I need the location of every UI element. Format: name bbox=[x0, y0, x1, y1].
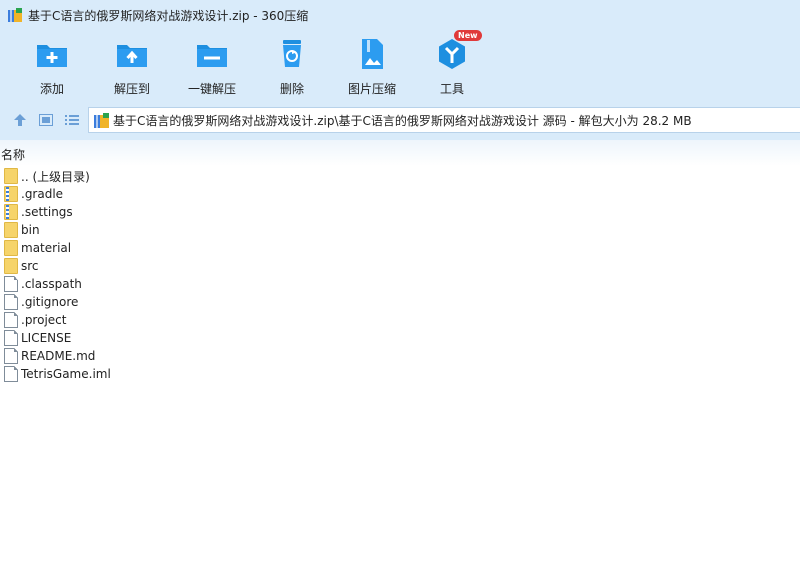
archive-icon bbox=[94, 112, 109, 128]
one-click-extract-label: 一键解压 bbox=[187, 82, 236, 96]
address-path: 基于C语言的俄罗斯网络对战游戏设计.zip\基于C语言的俄罗斯网络对战游戏设计 … bbox=[113, 113, 692, 128]
list-item[interactable]: bin bbox=[0, 221, 800, 239]
toolbar: 添加 解压到 一键解压 删除 图片压缩 工具 bbox=[0, 30, 800, 100]
address-field[interactable]: 基于C语言的俄罗斯网络对战游戏设计.zip\基于C语言的俄罗斯网络对战游戏设计 … bbox=[88, 107, 800, 133]
image-compress-icon bbox=[355, 37, 389, 71]
list-item[interactable]: .gradle bbox=[0, 185, 800, 203]
view-thumbnail-button[interactable] bbox=[37, 111, 55, 129]
file-icon bbox=[4, 312, 18, 328]
folder-icon bbox=[4, 258, 18, 274]
list-view-icon bbox=[65, 115, 79, 125]
file-icon bbox=[4, 330, 18, 346]
folder-icon bbox=[4, 222, 18, 238]
list-item[interactable]: .classpath bbox=[0, 275, 800, 293]
file-icon bbox=[4, 276, 18, 292]
file-icon bbox=[4, 348, 18, 364]
list-item[interactable]: .settings bbox=[0, 203, 800, 221]
image-compress-button[interactable]: 图片压缩 bbox=[332, 37, 412, 99]
add-button[interactable]: 添加 bbox=[12, 37, 92, 99]
list-item[interactable]: src bbox=[0, 257, 800, 275]
extract-to-button[interactable]: 解压到 bbox=[92, 37, 172, 99]
view-list-button[interactable] bbox=[63, 111, 81, 129]
extract-to-icon bbox=[115, 37, 149, 71]
list-item[interactable]: material bbox=[0, 239, 800, 257]
add-icon bbox=[35, 37, 69, 71]
add-label: 添加 bbox=[39, 82, 64, 96]
file-icon bbox=[4, 366, 18, 382]
zip-folder-icon bbox=[4, 186, 18, 202]
one-click-extract-icon bbox=[195, 37, 229, 71]
file-icon bbox=[4, 294, 18, 310]
thumbnail-view-icon bbox=[39, 114, 53, 126]
list-item[interactable]: .gitignore bbox=[0, 293, 800, 311]
archive-app-icon bbox=[8, 8, 22, 22]
list-item[interactable]: .. (上级目录) bbox=[0, 167, 800, 185]
title-bar: 基于C语言的俄罗斯网络对战游戏设计.zip - 360压缩 bbox=[0, 0, 800, 30]
up-arrow-button[interactable] bbox=[11, 111, 29, 129]
up-arrow-icon bbox=[14, 114, 26, 126]
tools-cube-icon bbox=[435, 37, 469, 71]
list-item[interactable]: .project bbox=[0, 311, 800, 329]
tools-label: 工具 bbox=[439, 82, 464, 96]
delete-label: 删除 bbox=[279, 82, 304, 96]
list-header: 名称 bbox=[0, 140, 800, 166]
list-item[interactable]: README.md bbox=[0, 347, 800, 365]
list-item[interactable]: LICENSE bbox=[0, 329, 800, 347]
list-item[interactable]: TetrisGame.iml bbox=[0, 365, 800, 383]
new-badge: New bbox=[454, 30, 482, 41]
image-compress-label: 图片压缩 bbox=[347, 82, 396, 96]
zip-folder-icon bbox=[4, 204, 18, 220]
tools-button[interactable]: 工具 bbox=[412, 37, 492, 99]
column-name-header[interactable]: 名称 bbox=[1, 146, 25, 163]
file-list: .. (上级目录) .gradle .settings bin material… bbox=[0, 167, 800, 383]
window-title: 基于C语言的俄罗斯网络对战游戏设计.zip - 360压缩 bbox=[28, 8, 309, 23]
one-click-extract-button[interactable]: 一键解压 bbox=[172, 37, 252, 99]
extract-to-label: 解压到 bbox=[113, 82, 150, 96]
folder-icon bbox=[4, 240, 18, 256]
delete-button[interactable]: 删除 bbox=[252, 37, 332, 99]
recycle-bin-icon bbox=[275, 37, 309, 71]
folder-icon bbox=[4, 168, 18, 184]
